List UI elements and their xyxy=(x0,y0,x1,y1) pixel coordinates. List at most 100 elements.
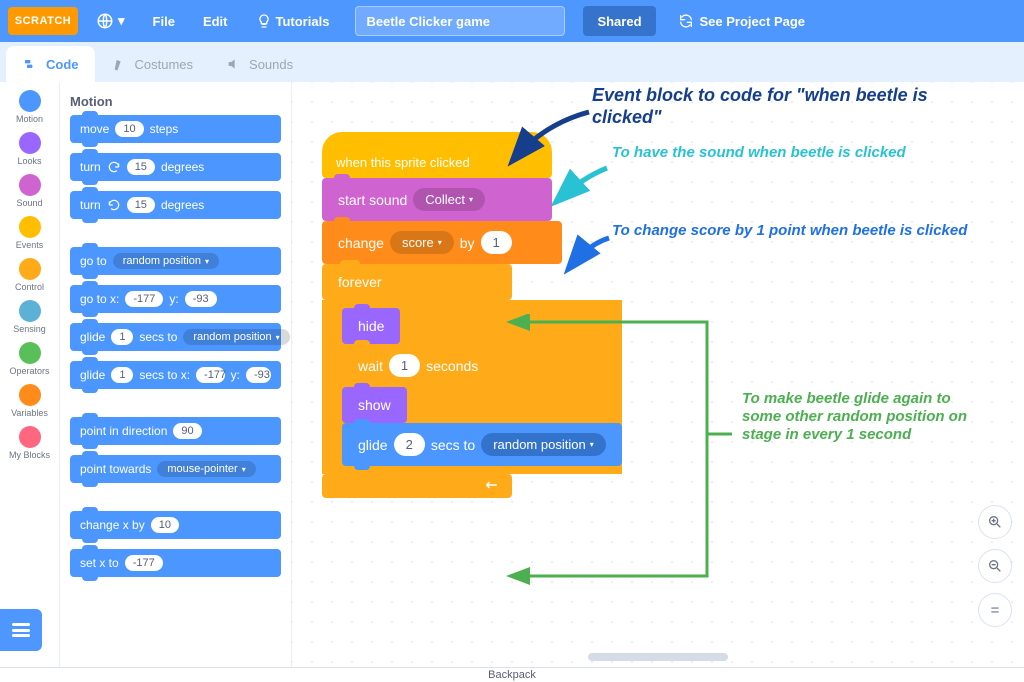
variables-dot-icon xyxy=(19,384,41,406)
script-workspace[interactable]: when this sprite clicked start sound Col… xyxy=(292,82,1024,667)
editor-main: Motion Looks Sound Events Control Sensin… xyxy=(0,82,1024,667)
zoom-reset-button[interactable]: = xyxy=(978,593,1012,627)
chevron-down-icon: ▾ xyxy=(590,440,594,449)
category-control[interactable]: Control xyxy=(5,258,55,292)
backpack-bar[interactable]: Backpack xyxy=(0,667,1024,681)
category-sound[interactable]: Sound xyxy=(5,174,55,208)
forever-body[interactable]: hide wait 1 seconds show glide xyxy=(322,300,622,474)
add-extension-button[interactable] xyxy=(0,609,42,651)
sounds-icon xyxy=(225,55,243,73)
number-input[interactable]: -93 xyxy=(246,367,271,383)
category-myblocks[interactable]: My Blocks xyxy=(5,426,55,460)
dropdown-input[interactable]: random position▾ xyxy=(481,433,606,456)
chevron-down-icon: ▾ xyxy=(118,13,125,29)
number-input[interactable]: 15 xyxy=(127,159,155,175)
shared-button[interactable]: Shared xyxy=(583,6,655,36)
block-text: turn xyxy=(80,198,101,212)
category-events[interactable]: Events xyxy=(5,216,55,250)
block-text: y: xyxy=(169,292,178,306)
equals-icon: = xyxy=(991,602,1000,619)
rotate-cw-icon xyxy=(107,160,121,174)
number-input[interactable]: 10 xyxy=(115,121,143,137)
number-input[interactable]: -93 xyxy=(185,291,217,307)
chevron-down-icon: ▾ xyxy=(276,333,280,342)
block-text: secs to xyxy=(139,330,177,344)
point-towards-block[interactable]: point towards mouse-pointer▾ xyxy=(70,455,281,483)
annotation-event: Event block to code for "when beetle is … xyxy=(592,85,952,128)
menu-bar: SCRATCH ▾ File Edit Tutorials Beetle Cli… xyxy=(0,0,1024,42)
tab-costumes[interactable]: Costumes xyxy=(95,46,210,82)
number-input[interactable]: 10 xyxy=(151,517,179,533)
move-steps-block[interactable]: move 10 steps xyxy=(70,115,281,143)
edit-menu[interactable]: Edit xyxy=(193,8,238,35)
turn-cw-block[interactable]: turn 15 degrees xyxy=(70,153,281,181)
goto-xy-block[interactable]: go to x: -177 y: -93 xyxy=(70,285,281,313)
block-text: steps xyxy=(150,122,179,136)
forever-block[interactable]: forever hide wait 1 seconds xyxy=(322,264,622,498)
dropdown-value: random position xyxy=(123,255,201,267)
dropdown-input[interactable]: random position▾ xyxy=(113,253,219,269)
block-text: wait xyxy=(358,358,383,374)
number-input[interactable]: 1 xyxy=(111,329,133,345)
zoom-in-button[interactable] xyxy=(978,505,1012,539)
number-input[interactable]: 1 xyxy=(111,367,133,383)
looks-dot-icon xyxy=(19,132,41,154)
change-x-block[interactable]: change x by 10 xyxy=(70,511,281,539)
dropdown-input[interactable]: mouse-pointer▾ xyxy=(157,461,255,477)
category-motion[interactable]: Motion xyxy=(5,90,55,124)
dropdown-input[interactable]: random position▾ xyxy=(183,329,289,345)
block-text: go to x: xyxy=(80,292,119,306)
block-text: change x by xyxy=(80,518,145,532)
dropdown-input[interactable]: score▾ xyxy=(390,231,454,254)
show-block[interactable]: show xyxy=(342,387,407,423)
number-input[interactable]: 2 xyxy=(394,433,425,456)
block-text: change xyxy=(338,235,384,251)
category-sensing[interactable]: Sensing xyxy=(5,300,55,334)
block-text: point in direction xyxy=(80,424,167,438)
set-x-block[interactable]: set x to -177 xyxy=(70,549,281,577)
hide-block[interactable]: hide xyxy=(342,308,400,344)
see-project-page-button[interactable]: See Project Page xyxy=(678,13,806,29)
start-sound-block[interactable]: start sound Collect▾ xyxy=(322,178,552,221)
file-menu[interactable]: File xyxy=(143,8,185,35)
category-operators[interactable]: Operators xyxy=(5,342,55,376)
block-text: turn xyxy=(80,160,101,174)
category-looks[interactable]: Looks xyxy=(5,132,55,166)
when-sprite-clicked-hat[interactable]: when this sprite clicked xyxy=(322,132,552,178)
zoom-out-button[interactable] xyxy=(978,549,1012,583)
number-input[interactable]: -177 xyxy=(196,367,225,383)
project-title-text: Beetle Clicker game xyxy=(366,14,490,29)
point-direction-block[interactable]: point in direction 90 xyxy=(70,417,281,445)
chevron-down-icon: ▾ xyxy=(438,238,442,247)
project-title-field[interactable]: Beetle Clicker game xyxy=(355,6,565,36)
glide-to-random-block[interactable]: glide 2 secs to random position▾ xyxy=(342,423,622,466)
block-text: degrees xyxy=(161,198,204,212)
block-palette[interactable]: Motion move 10 steps turn 15 degrees tur… xyxy=(60,82,292,667)
rotate-ccw-icon xyxy=(107,198,121,212)
script-stack[interactable]: when this sprite clicked start sound Col… xyxy=(322,132,622,498)
code-icon xyxy=(22,55,40,73)
number-input[interactable]: -177 xyxy=(125,291,163,307)
dropdown-value: mouse-pointer xyxy=(167,463,237,475)
dropdown-input[interactable]: Collect▾ xyxy=(413,188,485,211)
change-variable-block[interactable]: change score▾ by 1 xyxy=(322,221,562,264)
language-menu[interactable]: ▾ xyxy=(86,6,135,36)
category-variables[interactable]: Variables xyxy=(5,384,55,418)
tab-code[interactable]: Code xyxy=(6,46,95,82)
tutorials-button[interactable]: Tutorials xyxy=(246,7,340,35)
tab-sounds[interactable]: Sounds xyxy=(209,46,309,82)
glide-random-block[interactable]: glide 1 secs to random position▾ xyxy=(70,323,281,351)
number-input[interactable]: 15 xyxy=(127,197,155,213)
turn-ccw-block[interactable]: turn 15 degrees xyxy=(70,191,281,219)
scratch-logo[interactable]: SCRATCH xyxy=(8,7,78,35)
number-input[interactable]: -177 xyxy=(125,555,163,571)
glide-xy-block[interactable]: glide 1 secs to x: -177 y: -93 xyxy=(70,361,281,389)
wait-block[interactable]: wait 1 seconds xyxy=(342,344,494,387)
goto-random-block[interactable]: go to random position▾ xyxy=(70,247,281,275)
globe-icon xyxy=(96,12,114,30)
dropdown-value: Collect xyxy=(425,192,465,207)
number-input[interactable]: 1 xyxy=(389,354,420,377)
number-input[interactable]: 90 xyxy=(173,423,201,439)
number-input[interactable]: 1 xyxy=(481,231,512,254)
workspace-scrollbar[interactable] xyxy=(588,653,728,661)
